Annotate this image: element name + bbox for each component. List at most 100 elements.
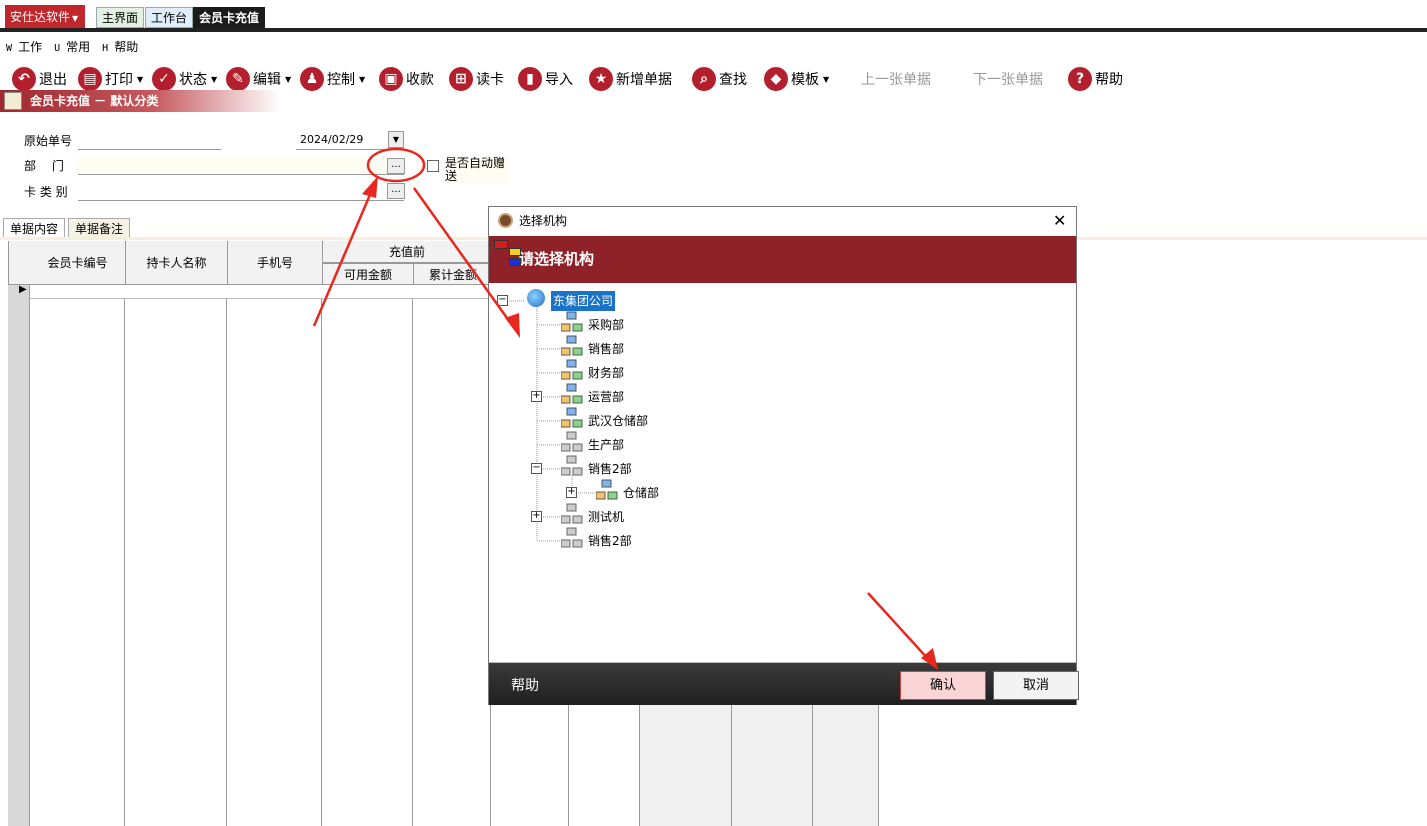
col-header-available[interactable]: 可用金额 (323, 263, 414, 285)
tree-node[interactable]: 仓储部 (623, 483, 659, 503)
app-icon (498, 213, 513, 228)
collapse-icon[interactable]: − (497, 295, 508, 306)
menu-bar: W 工作 U 常用 H 帮助 (0, 38, 144, 58)
collect-button[interactable]: ▣ 收款 (379, 64, 434, 94)
menu-label: 帮助 (114, 40, 139, 54)
card-type-label: 卡 类 别 (24, 185, 68, 199)
tab-member-recharge[interactable]: 会员卡充值 (193, 7, 266, 28)
tree-node[interactable]: 运营部 (588, 387, 624, 407)
org-unit-icon (560, 311, 583, 332)
tab-doc-content[interactable]: 单据内容 (3, 218, 66, 238)
find-button[interactable]: ⌕ 查找 (692, 64, 747, 94)
caret-down-icon: ▼ (137, 74, 144, 84)
control-button[interactable]: ♟ 控制 ▼ (300, 64, 365, 94)
menu-common[interactable]: U 常用 (54, 40, 91, 54)
org-unit-icon (560, 383, 583, 404)
tab-doc-remark[interactable]: 单据备注 (68, 218, 131, 238)
new-doc-button[interactable]: ★ 新增单据 (589, 64, 672, 94)
col-header-holder[interactable]: 持卡人名称 (126, 241, 228, 285)
dialog-help-link[interactable]: 帮助 (511, 675, 539, 695)
collapse-icon[interactable]: − (531, 463, 542, 474)
menu-key: W (6, 43, 13, 54)
divider (0, 28, 1427, 32)
read-card-button[interactable]: ⊞ 读卡 (449, 64, 504, 94)
chevron-down-icon: ▼ (72, 14, 79, 23)
col-header-phone[interactable]: 手机号 (228, 241, 323, 285)
menu-label: 常用 (66, 40, 91, 54)
template-label: 模板 (791, 72, 819, 88)
tree-node-root[interactable]: 东集团公司 (551, 291, 616, 311)
template-button[interactable]: ◆ 模板 ▼ (764, 64, 829, 94)
menu-help[interactable]: H 帮助 (102, 40, 139, 54)
tab-main[interactable]: 主界面 (96, 7, 145, 28)
caret-down-icon: ▼ (823, 74, 830, 84)
printer-icon: ▤ (78, 67, 102, 91)
chevron-down-icon[interactable]: ▼ (388, 131, 404, 148)
caret-down-icon: ▼ (285, 74, 292, 84)
caret-down-icon: ▼ (211, 74, 218, 84)
menu-work[interactable]: W 工作 (6, 40, 42, 54)
tree-node[interactable]: 武汉仓储部 (588, 411, 648, 431)
tree-node[interactable]: 生产部 (588, 435, 624, 455)
brand-menu-button[interactable]: 安仕达软件 ▼ (5, 5, 85, 29)
caret-down-icon: ▼ (359, 74, 366, 84)
page-title-text: 会员卡充值 － 默认分类 (30, 94, 159, 108)
table-row[interactable] (30, 285, 490, 299)
document-icon (4, 92, 22, 110)
user-icon: ♟ (300, 67, 324, 91)
dept-input[interactable] (78, 157, 404, 175)
control-label: 控制 (327, 72, 355, 88)
tab-workbench[interactable]: 工作台 (145, 7, 194, 28)
expand-icon[interactable]: + (531, 391, 542, 402)
banner-text: 请选择机构 (519, 250, 595, 268)
tree-node[interactable]: 测试机 (588, 507, 624, 527)
grid-column (30, 241, 125, 826)
dialog-footer: 帮助 确认 取消 (489, 663, 1079, 705)
expand-icon[interactable]: + (531, 511, 542, 522)
next-doc-label: 下一张单据 (973, 72, 1043, 88)
close-icon[interactable]: ✕ (1053, 207, 1066, 235)
import-button[interactable]: ▮ 导入 (518, 64, 573, 94)
search-icon: ⌕ (692, 67, 716, 91)
dept-browse-button[interactable]: ... (387, 158, 405, 174)
row-selector (8, 285, 30, 826)
dialog-banner: 请选择机构 (489, 236, 1076, 283)
new-doc-label: 新增单据 (616, 72, 672, 88)
tree-node[interactable]: 销售2部 (588, 531, 632, 551)
help-button[interactable]: ? 帮助 (1068, 64, 1123, 94)
col-header-cumulative[interactable]: 累计金额 (414, 263, 492, 285)
globe-icon (527, 289, 545, 307)
tree-node[interactable]: 销售2部 (588, 459, 632, 479)
card-type-browse-button[interactable]: ... (387, 183, 405, 199)
eraser-icon: ◆ (764, 67, 788, 91)
tree-node[interactable]: 采购部 (588, 315, 624, 335)
expand-icon[interactable]: + (566, 487, 577, 498)
menu-key: U (54, 43, 61, 54)
orig-no-input[interactable] (78, 132, 221, 150)
org-unit-icon (560, 359, 583, 380)
page-title: 会员卡充值 － 默认分类 (0, 90, 280, 112)
card-type-input[interactable] (78, 183, 404, 201)
orig-no-label: 原始单号 (24, 134, 73, 148)
auto-gift-label: 是否自动赠送 (445, 157, 509, 183)
pencil-icon: ✎ (226, 67, 250, 91)
tree-icon (494, 240, 508, 249)
col-header-card-no[interactable]: 会员卡编号 (30, 241, 126, 285)
dialog-title: 选择机构 (519, 214, 568, 228)
cancel-button[interactable]: 取消 (993, 671, 1079, 700)
tree-node[interactable]: 财务部 (588, 363, 624, 383)
next-doc-button[interactable]: 下一张单据 (973, 64, 1043, 94)
print-label: 打印 (105, 72, 133, 88)
org-tree: − 东集团公司 采购部 销售部 财务部 + 运营部 武汉仓储部 生产部 − 销售… (489, 283, 1076, 663)
grid-icon: ⊞ (449, 67, 473, 91)
org-unit-icon (560, 407, 583, 428)
star-icon: ★ (589, 67, 613, 91)
grid-corner (9, 241, 30, 285)
undo-icon: ↶ (12, 67, 36, 91)
confirm-button[interactable]: 确认 (900, 671, 986, 700)
auto-gift-checkbox[interactable] (427, 160, 439, 172)
prev-doc-button[interactable]: 上一张单据 (861, 64, 931, 94)
grid-column (227, 241, 322, 826)
collect-label: 收款 (406, 72, 434, 88)
tree-node[interactable]: 销售部 (588, 339, 624, 359)
